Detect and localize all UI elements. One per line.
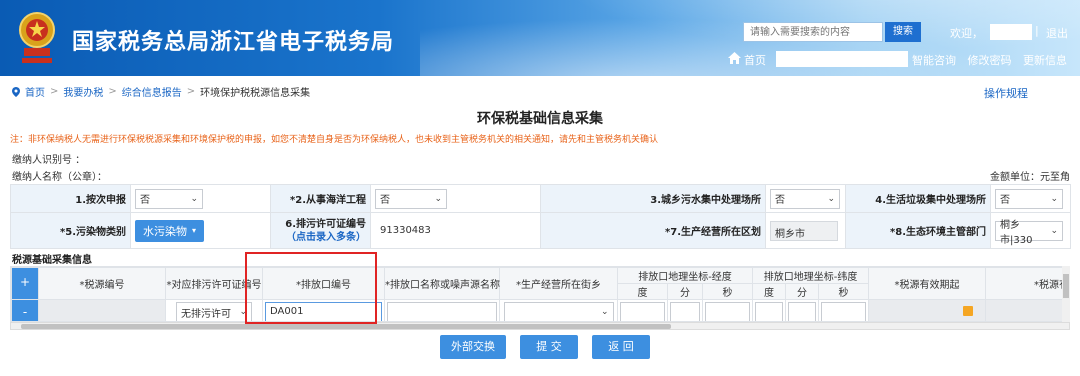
lat-sec-input[interactable] (821, 302, 867, 321)
breadcrumb-report[interactable]: 综合信息报告 (122, 84, 182, 99)
chevron-down-icon: ⌄ (600, 307, 609, 317)
tax-source-grid: + *税源编号 *对应排污许可证编号 *排放口编号 *排放口名称或噪声源名称 *… (10, 266, 1070, 322)
col-header-valid-from: *税源有效期起 (868, 267, 987, 300)
lat-min-input[interactable] (788, 302, 817, 321)
back-button[interactable]: 返 回 (592, 335, 650, 359)
taxpayer-id-label: 缴纳人识别号 ： (12, 155, 86, 166)
source-no-cell (38, 299, 166, 321)
operation-guide-link[interactable]: 操作规程 (984, 85, 1028, 101)
horizontal-scrollbar[interactable] (10, 322, 1070, 330)
chevron-right-icon: > (108, 86, 117, 97)
chevron-down-icon: ⌄ (1050, 226, 1058, 236)
taxpayer-name-label: 缴纳人名称（公章）： (12, 172, 107, 183)
top-links: 智能咨询 修改密码 更新信息 (912, 52, 1075, 68)
smart-consult-link[interactable]: 智能咨询 (912, 54, 956, 67)
col-header-lat-deg: 度 (752, 283, 787, 300)
welcome-text: 欢迎， (950, 27, 983, 40)
per-time-declare-select[interactable]: 否 ⌄ (135, 188, 203, 209)
col-header-lat-sec: 秒 (818, 283, 870, 300)
table-row: - 无排污许可 ⌄ DA001 ⌄ (11, 299, 1069, 321)
location-pin-icon (12, 86, 20, 97)
update-info-link[interactable]: 更新信息 (1023, 54, 1067, 67)
field-label-permit-no: 6.排污许可证编号 （点击录入多条） (270, 212, 371, 249)
amount-unit-note: 金额单位：元至角 (990, 172, 1070, 183)
col-header-outlet-name: *排放口名称或噪声源名称 (384, 267, 500, 300)
breadcrumb-current: 环境保护税税源信息采集 (200, 88, 311, 99)
permit-no-select[interactable]: 无排污许可 ⌄ (176, 302, 252, 321)
outlet-name-input[interactable] (387, 302, 497, 321)
lng-deg-input[interactable] (620, 302, 665, 321)
basic-info-form: 1.按次申报 否 ⌄ *2.从事海洋工程 否 ⌄ 3.城乡污水集中处理场所 否 ⌄ 4… (10, 184, 1071, 249)
page-title: 环保税基础信息采集 (477, 111, 603, 127)
notice-text: 注：非环保纳税人无需进行环保税税源采集和环境保护税的申报，如您不清楚自身是否为环… (10, 135, 659, 145)
field-label-per-time-declare: 1.按次申报 (10, 184, 131, 213)
region-field: 桐乡市 (770, 220, 838, 241)
add-row-button[interactable]: + (12, 268, 38, 299)
permit-no-label: 6.排污许可证编号 (285, 218, 366, 230)
col-header-latitude: 排放口地理坐标-纬度 (752, 267, 870, 284)
external-exchange-button[interactable]: 外部交换 (440, 335, 506, 359)
valid-from-cell[interactable] (868, 299, 987, 321)
field-label-eco-authority: *8.生态环境主管部门 (845, 212, 991, 249)
pollutant-type-dropdown[interactable]: 水污染物 ▾ (135, 219, 205, 242)
col-header-source-no: *税源编号 (38, 267, 166, 300)
sewage-site-select[interactable]: 否 ⌄ (770, 188, 840, 209)
col-header-street: *生产经营所在街乡 (499, 267, 618, 300)
marine-engineering-select[interactable]: 否 ⌄ (375, 188, 447, 209)
calendar-icon[interactable] (963, 305, 974, 316)
remove-row-button[interactable]: - (12, 300, 38, 321)
address-redacted (776, 51, 908, 67)
section-title: 税源基础采集信息 (12, 255, 92, 266)
search-input[interactable] (743, 22, 883, 42)
search-button[interactable]: 搜索 (885, 22, 921, 42)
highlight-box (245, 252, 377, 324)
col-header-lng-sec: 秒 (701, 283, 754, 300)
chevron-right-icon: > (50, 86, 59, 97)
col-header-lng-deg: 度 (617, 283, 668, 300)
lng-sec-input[interactable] (705, 302, 751, 321)
vertical-scrollbar[interactable] (1062, 266, 1070, 322)
breadcrumb-tax[interactable]: 我要办税 (63, 84, 103, 99)
tax-emblem-icon (19, 12, 55, 63)
field-label-pollutant-type: *5.污染物类别 (10, 212, 131, 249)
logout-link[interactable]: 退出 (1046, 25, 1068, 41)
field-label-region: *7.生产经营所在区划 (540, 212, 766, 249)
col-header-lat-min: 分 (785, 283, 820, 300)
valid-to-cell[interactable] (985, 299, 1069, 321)
home-link[interactable]: 首页 (744, 52, 766, 68)
lng-min-input[interactable] (670, 302, 700, 321)
field-label-garbage-site: 4.生活垃圾集中处理场所 (845, 184, 991, 213)
chevron-down-icon: ⌄ (1050, 193, 1058, 204)
submit-button[interactable]: 提 交 (520, 335, 578, 359)
site-header: 国家税务总局浙江省电子税务局 搜索 欢迎， | 退出 首页 智能咨询 修改密码 … (0, 0, 1080, 76)
home-icon[interactable] (728, 52, 741, 64)
change-password-link[interactable]: 修改密码 (968, 54, 1012, 67)
breadcrumb-home[interactable]: 首页 (25, 84, 45, 99)
col-header-valid-to: *税源有效 (985, 267, 1069, 300)
field-label-marine-engineering: *2.从事海洋工程 (270, 184, 371, 213)
col-header-longitude: 排放口地理坐标-经度 (616, 267, 754, 284)
breadcrumb: 首页 > 我要办税 > 综合信息报告 > 环境保护税税源信息采集 (12, 84, 310, 99)
garbage-site-select[interactable]: 否 ⌄ (995, 188, 1063, 209)
divider: | (1035, 24, 1039, 37)
street-select[interactable]: ⌄ (503, 302, 614, 321)
chevron-down-icon: ⌄ (190, 193, 198, 204)
col-header-lng-min: 分 (667, 283, 703, 300)
caret-down-icon: ▾ (192, 226, 197, 235)
eco-authority-select[interactable]: 桐乡市|330 ⌄ (995, 220, 1063, 246)
chevron-down-icon: ⌄ (827, 193, 835, 204)
click-to-add-multiple-link[interactable]: （点击录入多条） (275, 231, 366, 244)
lat-deg-input[interactable] (755, 302, 784, 321)
action-bar: 外部交换 提 交 返 回 (0, 335, 1080, 359)
chevron-right-icon: > (186, 86, 196, 97)
chevron-down-icon: ⌄ (434, 193, 442, 204)
permit-no-field[interactable]: 91330483 (375, 220, 447, 241)
field-label-sewage-site: 3.城乡污水集中处理场所 (540, 184, 766, 213)
site-title: 国家税务总局浙江省电子税务局 (72, 30, 395, 55)
username-redacted (990, 24, 1032, 40)
